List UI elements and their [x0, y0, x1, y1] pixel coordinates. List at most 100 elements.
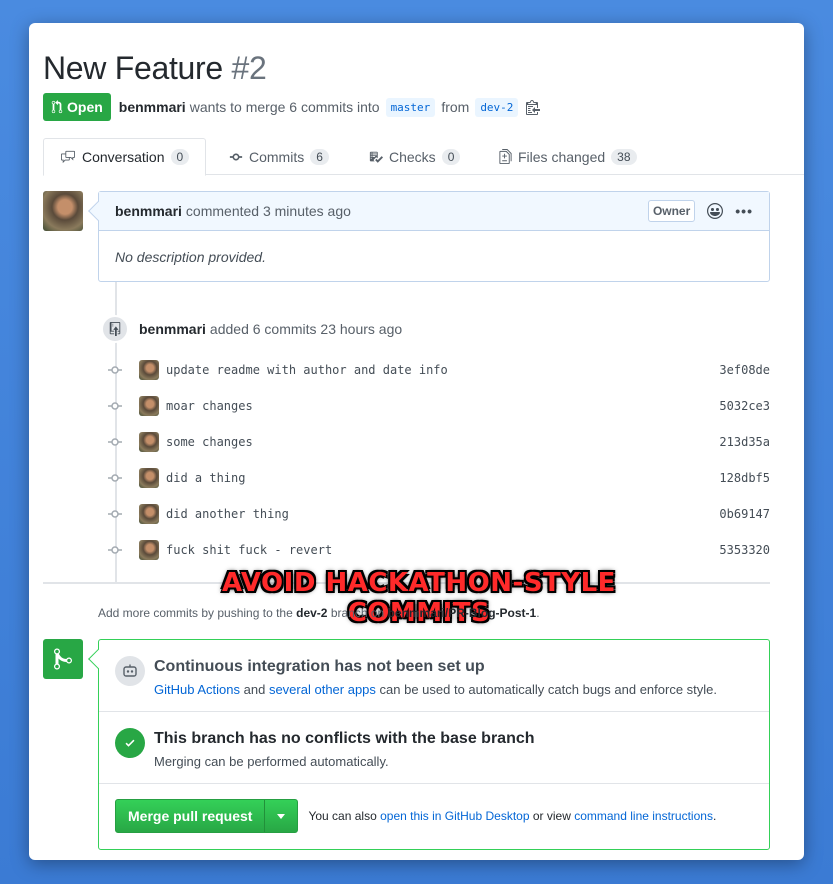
check-icon [115, 728, 145, 758]
merge-footer: Merge pull request You can also open thi… [115, 799, 716, 833]
commit-row: did another thing 0b69147 [107, 502, 770, 526]
more-options-icon[interactable]: ••• [735, 203, 753, 219]
comment-box: benmmari commented 3 minutes ago Owner •… [88, 191, 770, 282]
commit-message[interactable]: moar changes [166, 399, 253, 413]
github-actions-link[interactable]: GitHub Actions [154, 682, 240, 697]
other-apps-link[interactable]: several other apps [269, 682, 376, 697]
commit-sha[interactable]: 128dbf5 [719, 471, 770, 485]
tab-conversation[interactable]: Conversation 0 [43, 138, 207, 176]
pr-tabs: Conversation 0 Commits 6 Checks 0 Files … [43, 138, 804, 176]
tab-label: Commits [249, 148, 305, 165]
tab-files-changed[interactable]: Files changed 38 [483, 138, 653, 175]
commit-row: update readme with author and date info … [107, 358, 770, 382]
avatar[interactable] [139, 504, 159, 524]
git-commit-icon [107, 437, 123, 447]
merge-options-dropdown[interactable] [265, 800, 297, 832]
foot-mid: or view [532, 809, 571, 823]
event-author[interactable]: benmmari [139, 321, 206, 337]
conflict-section: This branch has no conflicts with the ba… [99, 712, 769, 784]
avatar[interactable] [139, 396, 159, 416]
pr-author-link[interactable]: benmmari [119, 99, 186, 115]
commit-sha[interactable]: 5353320 [719, 543, 770, 557]
commits-event: benmmari added 6 commits 23 hours ago [101, 315, 402, 343]
open-desktop-link[interactable]: open this in GitHub Desktop [380, 809, 529, 823]
pull-request-card: New Feature #2 Open benmmari wants to me… [29, 23, 804, 860]
comment-icon [61, 150, 75, 164]
pr-meta: Open benmmari wants to merge 6 commits i… [43, 93, 541, 121]
tab-counter: 0 [170, 149, 190, 165]
avatar[interactable] [139, 468, 159, 488]
ci-and-text: and [243, 682, 266, 697]
git-commit-icon [107, 545, 123, 555]
ci-rest-text: can be used to automatically catch bugs … [379, 682, 718, 697]
merge-pull-request-button[interactable]: Merge pull request [116, 800, 266, 832]
commit-row: fuck shit fuck - revert 5353320 [107, 538, 770, 562]
commit-message[interactable]: did another thing [166, 507, 289, 521]
commit-sha[interactable]: 3ef08de [719, 363, 770, 377]
tab-commits[interactable]: Commits 6 [213, 138, 345, 175]
push-note-prefix: Add more commits by pushing to the [98, 606, 293, 620]
repo-push-icon [101, 315, 129, 343]
git-commit-icon [107, 473, 123, 483]
push-note-middle: branch on [330, 606, 385, 620]
checklist-icon [369, 151, 383, 163]
comment-header: benmmari commented 3 minutes ago Owner •… [99, 192, 769, 231]
avatar[interactable] [139, 432, 159, 452]
foot-prefix: You can also [308, 809, 377, 823]
commit-message[interactable]: update readme with author and date info [166, 363, 448, 377]
avatar[interactable] [139, 360, 159, 380]
head-branch[interactable]: dev-2 [475, 97, 519, 117]
merge-text: wants to merge 6 commits into [189, 99, 380, 115]
git-commit-icon [107, 401, 123, 411]
commit-row: some changes 213d35a [107, 430, 770, 454]
commit-icon [229, 153, 243, 160]
ci-title: Continuous integration has not been set … [154, 658, 485, 675]
tab-counter: 38 [611, 148, 637, 165]
ci-subtext: GitHub Actions and several other apps ca… [154, 682, 717, 697]
comment-body: No description provided. [115, 249, 266, 265]
commit-row: moar changes 5032ce3 [107, 394, 770, 418]
push-note-suffix: . [536, 606, 540, 620]
commit-row: did a thing 128dbf5 [107, 466, 770, 490]
avatar[interactable] [43, 191, 83, 231]
tab-label: Checks [389, 148, 436, 165]
commit-message[interactable]: some changes [166, 435, 253, 449]
commit-sha[interactable]: 0b69147 [719, 507, 770, 521]
from-text: from [441, 99, 470, 115]
push-note-repo[interactable]: benmmari/PR-Blog-Post-1 [388, 606, 537, 620]
file-diff-icon [499, 149, 512, 164]
push-note-branch: dev-2 [296, 606, 328, 620]
tab-counter: 0 [441, 148, 461, 165]
tab-counter: 6 [310, 148, 329, 165]
emoji-reaction-icon[interactable] [707, 203, 724, 219]
pr-number: #2 [231, 50, 267, 86]
ci-section: Continuous integration has not been set … [99, 640, 769, 712]
pull-request-icon [51, 100, 63, 114]
git-commit-icon [107, 509, 123, 519]
event-action: added 6 commits 23 hours ago [209, 321, 403, 337]
merge-box: Continuous integration has not been set … [88, 639, 770, 850]
base-branch[interactable]: master [385, 97, 436, 117]
conflict-title: This branch has no conflicts with the ba… [154, 730, 535, 747]
tab-checks[interactable]: Checks 0 [353, 138, 476, 175]
git-commit-icon [107, 365, 123, 375]
command-line-link[interactable]: command line instructions [574, 809, 713, 823]
conflict-subtext: Merging can be performed automatically. [154, 754, 389, 769]
owner-badge: Owner [647, 200, 696, 222]
push-note: Add more commits by pushing to the dev-2… [98, 606, 540, 620]
commit-sha[interactable]: 5032ce3 [719, 399, 770, 413]
foot-end: . [712, 809, 717, 823]
triangle-down-icon [277, 813, 286, 819]
tab-label: Conversation [82, 149, 165, 165]
comment-author[interactable]: benmmari [115, 203, 182, 219]
merge-button-group: Merge pull request [115, 799, 299, 833]
commit-message[interactable]: did a thing [166, 471, 245, 485]
page-title: New Feature #2 [43, 50, 267, 87]
tab-label: Files changed [518, 148, 606, 165]
comment-timestamp[interactable]: commented 3 minutes ago [186, 203, 351, 219]
clipboard-icon[interactable] [526, 99, 541, 115]
git-merge-icon [43, 639, 83, 679]
avatar[interactable] [139, 540, 159, 560]
commit-sha[interactable]: 213d35a [719, 435, 770, 449]
commit-message[interactable]: fuck shit fuck - revert [166, 543, 332, 557]
